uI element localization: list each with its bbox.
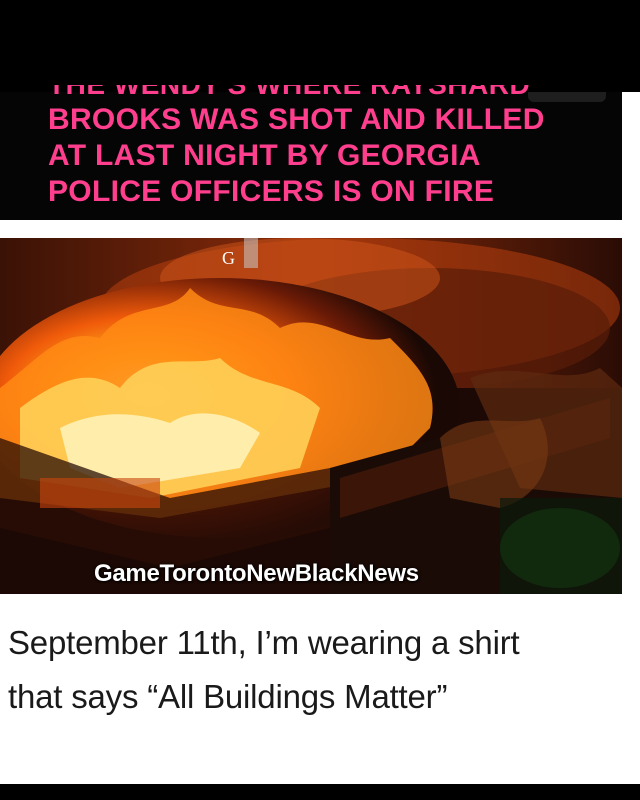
headline-cut-line: THE WENDY'S WHERE RAYSHARD <box>48 85 548 101</box>
bottom-black-bar <box>0 784 640 800</box>
corner-pill <box>528 92 606 102</box>
tweet-line-2: that says “All Buildings Matter” <box>8 678 448 715</box>
headline-line-2: AT LAST NIGHT BY GEORGIA <box>48 139 481 172</box>
tweet-text: September 11th, I’m wearing a shirt that… <box>8 616 608 724</box>
top-black-bar <box>0 0 640 92</box>
headline-cut-text: THE WENDY'S WHERE RAYSHARD <box>48 85 548 99</box>
watermark-bar <box>244 238 258 268</box>
headline-line-1: BROOKS WAS SHOT AND KILLED <box>48 103 545 136</box>
burning-building-image: G GameTorontoNewBlackNews <box>0 238 622 594</box>
tweet-line-1: September 11th, I’m wearing a shirt <box>8 624 520 661</box>
headline-card: THE WENDY'S WHERE RAYSHARD BROOKS WAS SH… <box>0 85 622 220</box>
watermark-letter: G <box>222 248 235 268</box>
headline-text: BROOKS WAS SHOT AND KILLED AT LAST NIGHT… <box>48 102 608 210</box>
headline-line-3: POLICE OFFICERS IS ON FIRE <box>48 175 495 208</box>
tweet-card: September 11th, I’m wearing a shirt that… <box>0 594 622 784</box>
right-white-strip <box>622 92 640 800</box>
white-divider <box>0 220 622 238</box>
fire-illustration <box>0 238 622 594</box>
source-watermark: GameTorontoNewBlackNews <box>94 560 419 587</box>
